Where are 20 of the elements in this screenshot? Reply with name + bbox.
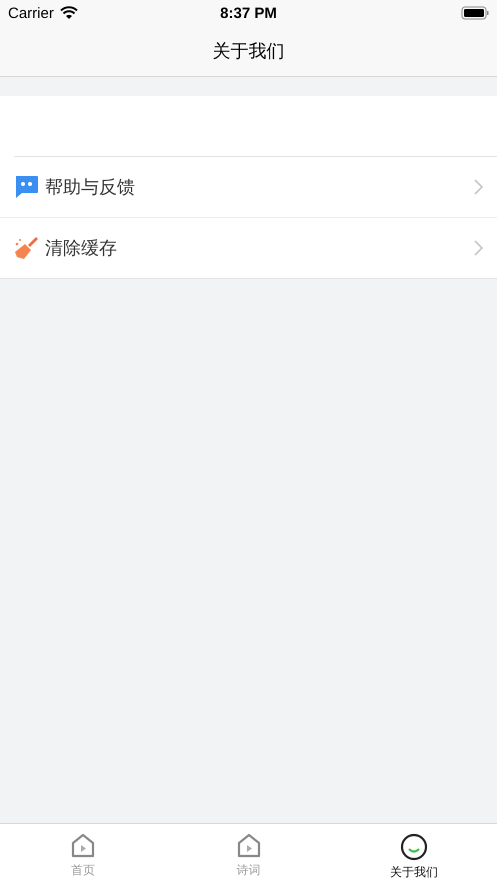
menu-label: 清除缓存: [45, 237, 118, 260]
chat-bubble-icon: [14, 175, 39, 199]
home-play-icon: [70, 833, 96, 859]
carrier-label: Carrier: [8, 4, 54, 22]
status-time: 8:37 PM: [220, 4, 277, 22]
battery-icon: [461, 6, 489, 20]
tab-item[interactable]: 关于我们: [331, 824, 497, 883]
chevron-right-icon: [474, 240, 483, 256]
wifi-icon: [60, 6, 78, 20]
chevron-right-icon: [474, 179, 483, 195]
home-play-icon: [236, 833, 262, 859]
nav-title: 关于我们: [212, 40, 284, 63]
menu-label: 帮助与反馈: [45, 176, 136, 199]
menu-row[interactable]: 帮助与反馈: [0, 157, 497, 218]
menu-row[interactable]: 清除缓存: [0, 218, 497, 278]
tab-label: 关于我们: [390, 864, 438, 881]
smile-icon: [400, 833, 428, 861]
tab-label: 首页: [70, 862, 95, 879]
tab-label: 诗词: [236, 862, 260, 879]
broom-icon: [14, 236, 39, 260]
